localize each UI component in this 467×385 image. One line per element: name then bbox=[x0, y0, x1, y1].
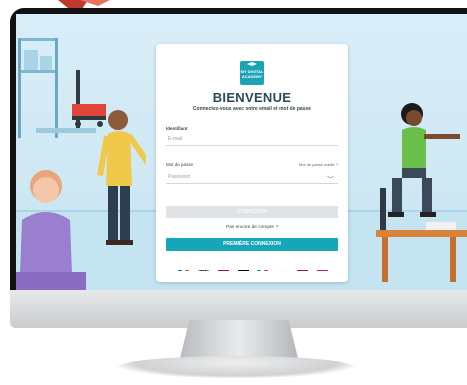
man-illustration bbox=[97, 110, 146, 245]
password-placeholder: Password bbox=[168, 174, 190, 180]
page-title: BIENVENUE bbox=[212, 90, 292, 105]
my-digital-academy-logo: MY DIGITAL ACADEMY bbox=[240, 61, 264, 85]
de-flag-icon[interactable] bbox=[237, 264, 249, 271]
identifier-label: Identifiant bbox=[166, 126, 188, 131]
page-subtitle: Connectez-vous avec votre email et mot d… bbox=[192, 106, 312, 112]
password-field[interactable]: Password bbox=[166, 171, 338, 184]
email-placeholder: E-mail bbox=[168, 136, 183, 142]
graduation-cap-icon bbox=[247, 62, 257, 66]
desk-illustration bbox=[376, 188, 467, 282]
screen: MY DIGITAL ACADEMY BIENVENUE Connectez-v… bbox=[16, 14, 467, 290]
show-password-icon[interactable] bbox=[327, 174, 334, 180]
it-flag-icon[interactable] bbox=[257, 264, 269, 271]
login-card: MY DIGITAL ACADEMY BIENVENUE Connectez-v… bbox=[156, 44, 348, 282]
monitor-stand-neck bbox=[180, 320, 298, 358]
first-login-button[interactable]: PREMIÈRE CONNEXION bbox=[166, 238, 338, 251]
email-field[interactable]: E-mail bbox=[166, 133, 338, 146]
monitor-stand-base bbox=[118, 356, 354, 378]
es-flag-icon[interactable] bbox=[217, 264, 229, 271]
woman-meditating-illustration bbox=[16, 170, 86, 290]
fr-flag-icon[interactable] bbox=[178, 264, 189, 271]
nl-flag-icon[interactable] bbox=[297, 264, 309, 271]
login-button[interactable]: CONNEXION bbox=[166, 206, 338, 218]
language-selector bbox=[178, 264, 328, 272]
no-account-text: Pas encore de compte ? bbox=[226, 225, 278, 230]
pl-flag-icon[interactable] bbox=[277, 264, 289, 271]
password-label: Mot de passe bbox=[166, 162, 194, 167]
logo-text: MY DIGITAL ACADEMY bbox=[240, 69, 264, 79]
hu-flag-icon[interactable] bbox=[316, 264, 328, 271]
forgot-password-link[interactable]: Mot de passe oublié ? bbox=[299, 162, 338, 167]
monitor: MY DIGITAL ACADEMY BIENVENUE Connectez-v… bbox=[10, 8, 467, 328]
uk-flag-icon[interactable] bbox=[197, 264, 209, 271]
